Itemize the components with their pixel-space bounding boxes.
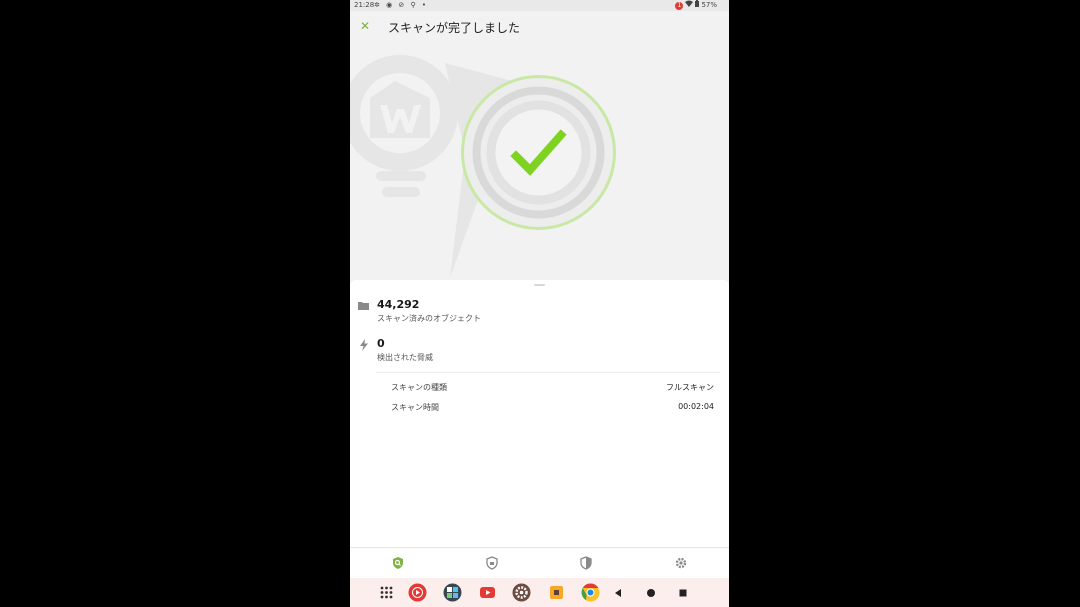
bottom-navigation bbox=[350, 547, 729, 579]
scan-type-row: スキャンの種類 フルスキャン bbox=[391, 382, 714, 394]
settings-app-icon[interactable] bbox=[512, 583, 531, 602]
app-bar: ✕ スキャンが完了しました bbox=[350, 11, 729, 43]
gear-icon[interactable] bbox=[674, 556, 688, 570]
status-notification-icons: ✲ ◉ ⊘ ⚲ • bbox=[374, 1, 428, 9]
home-button[interactable] bbox=[645, 587, 657, 599]
status-right: 1 57% bbox=[675, 0, 717, 11]
status-time: 21:28 bbox=[354, 1, 375, 9]
scan-shield-icon[interactable] bbox=[391, 556, 405, 570]
youtube-music-icon[interactable] bbox=[408, 583, 427, 602]
scanned-objects-stat: 44,292 スキャン済みのオブジェクト bbox=[358, 298, 718, 330]
system-navigation-bar bbox=[350, 578, 729, 607]
bolt-icon bbox=[360, 339, 368, 351]
notification-badge: 1 bbox=[675, 1, 684, 10]
threats-value: 0 bbox=[377, 337, 385, 350]
folder-icon bbox=[358, 302, 369, 310]
security-shield-icon[interactable] bbox=[579, 556, 593, 570]
close-button[interactable]: ✕ bbox=[358, 19, 372, 33]
scan-duration-row: スキャン時間 00:02:04 bbox=[391, 402, 714, 414]
scanned-objects-value: 44,292 bbox=[377, 298, 420, 311]
chrome-icon[interactable] bbox=[581, 583, 600, 602]
shield-icon[interactable] bbox=[485, 556, 499, 570]
scan-duration-label: スキャン時間 bbox=[391, 403, 439, 412]
app-drawer-icon[interactable] bbox=[377, 583, 396, 602]
app-cluster-icon[interactable] bbox=[443, 583, 462, 602]
back-button[interactable] bbox=[612, 587, 624, 599]
threats-detected-stat: 0 検出された脅威 bbox=[358, 337, 718, 369]
scanned-objects-label: スキャン済みのオブジェクト bbox=[377, 314, 481, 323]
battery-icon bbox=[695, 0, 700, 11]
scan-result-hero bbox=[350, 43, 729, 280]
status-bar: 21:28 ✲ ◉ ⊘ ⚲ • 1 57% bbox=[350, 0, 729, 11]
results-sheet: 44,292 スキャン済みのオブジェクト 0 検出された脅威 スキャンの種類 フ… bbox=[350, 280, 729, 547]
scan-type-value: フルスキャン bbox=[666, 383, 714, 392]
page-title: スキャンが完了しました bbox=[388, 21, 521, 35]
threats-label: 検出された脅威 bbox=[377, 353, 433, 362]
scan-complete-badge bbox=[461, 75, 616, 230]
sheet-drag-handle[interactable] bbox=[534, 284, 545, 286]
scan-type-label: スキャンの種類 bbox=[391, 383, 447, 392]
phone-screen: 21:28 ✲ ◉ ⊘ ⚲ • 1 57% ✕ スキャンが完了しました 44,2… bbox=[350, 0, 729, 607]
divider bbox=[376, 372, 720, 373]
wifi-icon bbox=[685, 0, 694, 11]
battery-level: 57% bbox=[701, 1, 717, 9]
scan-duration-value: 00:02:04 bbox=[678, 402, 714, 411]
recents-button[interactable] bbox=[677, 587, 689, 599]
files-app-icon[interactable] bbox=[547, 583, 566, 602]
youtube-icon[interactable] bbox=[478, 583, 497, 602]
